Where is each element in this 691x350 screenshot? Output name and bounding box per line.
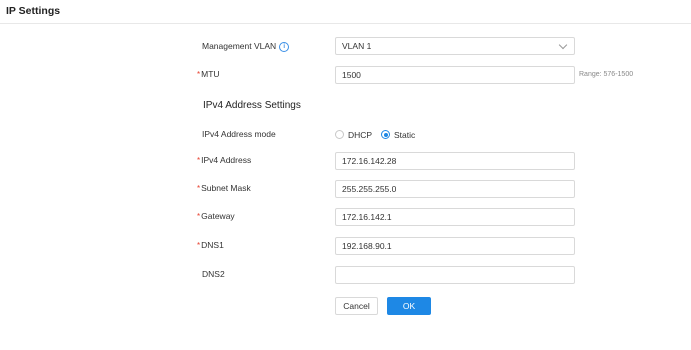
ipv4-mode-label: IPv4 Address mode <box>202 129 276 139</box>
dhcp-radio-label[interactable]: DHCP <box>348 126 372 144</box>
required-marker: * <box>197 70 201 79</box>
subnet-mask-label: *Subnet Mask <box>197 179 251 197</box>
chevron-down-icon <box>558 40 568 50</box>
required-marker: * <box>197 156 201 165</box>
dns2-label: DNS2 <box>202 269 225 279</box>
dns1-input[interactable] <box>335 237 575 255</box>
required-marker: * <box>197 212 201 221</box>
ipv4-section-title: IPv4 Address Settings <box>203 100 301 111</box>
info-icon[interactable]: i <box>279 41 290 52</box>
page-header: IP Settings <box>0 0 691 24</box>
required-marker: * <box>197 184 201 193</box>
subnet-mask-input[interactable] <box>335 180 575 198</box>
page-title: IP Settings <box>6 5 61 17</box>
ipv4-address-input[interactable] <box>335 152 575 170</box>
ipv4-address-label: *IPv4 Address <box>197 151 251 169</box>
dns1-label-text: DNS1 <box>201 240 224 250</box>
management-vlan-value: VLAN 1 <box>342 41 372 51</box>
dhcp-radio[interactable] <box>335 130 344 139</box>
gateway-input[interactable] <box>335 208 575 226</box>
ipv4-address-label-text: IPv4 Address <box>201 155 252 165</box>
dns2-input[interactable] <box>335 266 575 284</box>
dns1-label: *DNS1 <box>197 236 224 254</box>
mtu-label-text: MTU <box>201 69 220 79</box>
gateway-label: *Gateway <box>197 207 235 225</box>
mtu-label: *MTU <box>197 65 220 83</box>
required-marker: * <box>197 241 201 250</box>
static-radio[interactable] <box>381 130 390 139</box>
static-radio-label[interactable]: Static <box>394 126 415 144</box>
ok-button[interactable]: OK <box>387 297 431 315</box>
management-vlan-label: Management VLAN i <box>202 37 290 55</box>
mtu-range-hint: Range: 576-1500 <box>579 71 634 78</box>
gateway-label-text: Gateway <box>201 211 235 221</box>
subnet-mask-label-text: Subnet Mask <box>201 183 251 193</box>
management-vlan-select[interactable]: VLAN 1 <box>335 37 575 55</box>
management-vlan-label-text: Management VLAN <box>202 41 277 51</box>
mtu-input[interactable] <box>335 66 575 84</box>
cancel-button[interactable]: Cancel <box>335 297 378 315</box>
